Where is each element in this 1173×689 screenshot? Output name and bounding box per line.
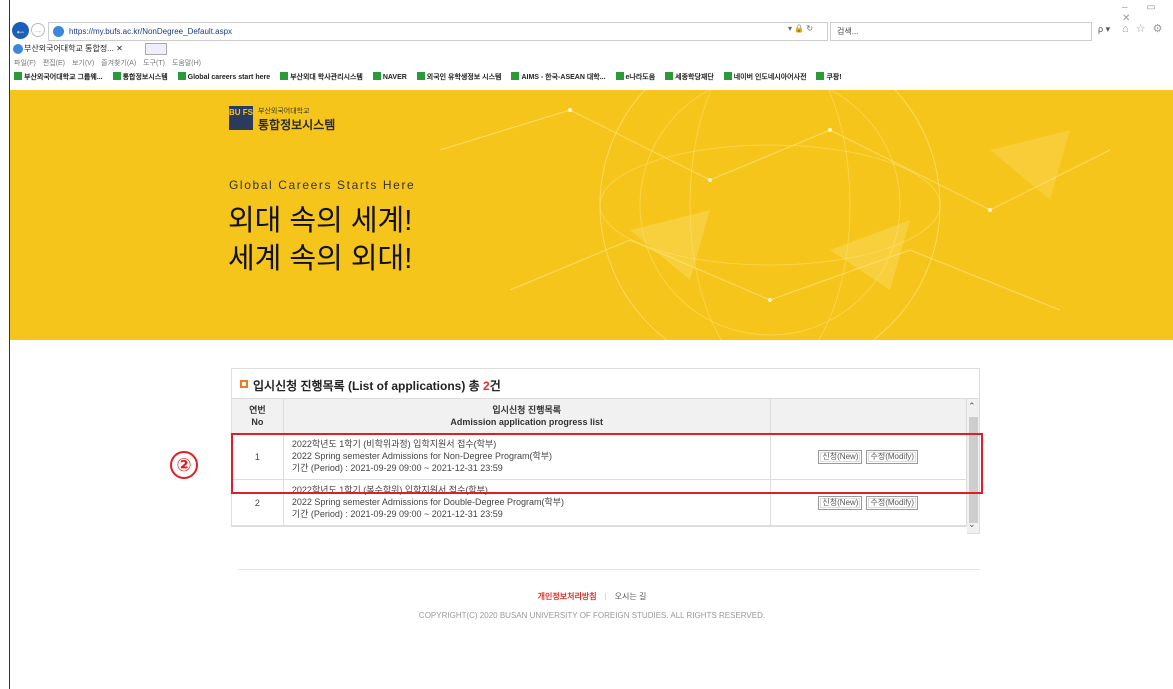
list-scrollbar[interactable]: ⌃ ⌄ xyxy=(967,398,980,534)
favorite-item[interactable]: 부산외국어대학교 그룹웨... xyxy=(14,72,103,81)
column-header-actions xyxy=(771,399,966,433)
application-table: 연번 No 입시신청 진행목록 Admission application prog… xyxy=(231,398,967,527)
bufs-logo[interactable]: BU FS xyxy=(229,106,253,130)
favorite-item[interactable]: AIMS - 한국-ASEAN 대학... xyxy=(511,72,606,81)
favorite-item[interactable]: NAVER xyxy=(372,72,407,81)
row-title: 2022학년도 1학기 (복수학위) 입학지원서 접수(학부) 2022 Spr… xyxy=(284,480,771,525)
address-tools[interactable]: ▾ 🔒 ↻ xyxy=(788,24,813,33)
headline-line-2: 세계 속의 외대! xyxy=(228,243,413,275)
favorite-item[interactable]: e나라도움 xyxy=(615,72,655,81)
table-row: 1 2022학년도 1학기 (비학위과정) 입학지원서 접수(학부) 2022 … xyxy=(232,434,966,480)
row-actions: 신청(New) 수정(Modify) xyxy=(771,434,966,479)
column-header-no: 연번 No xyxy=(232,399,284,433)
favorite-item[interactable]: 세종학당재단 xyxy=(665,72,714,81)
favorite-item[interactable]: 쿠팡! xyxy=(816,72,842,81)
row-title: 2022학년도 1학기 (비학위과정) 입학지원서 접수(학부) 2022 Sp… xyxy=(284,434,771,479)
window-controls[interactable]: – ▭ ✕ xyxy=(1122,2,1173,24)
hero-banner: BU FS 부산외국어대학교 통합정보시스템 Global Careers St… xyxy=(10,90,1173,340)
menu-item[interactable]: 도움말(H) xyxy=(172,60,201,67)
footer-links: 개인정보처리방침 | 오시는 길 xyxy=(10,591,1173,602)
logo-system-name[interactable]: 통합정보시스템 xyxy=(258,116,335,133)
favorite-item[interactable]: 부산외대 학사관리시스템 xyxy=(280,72,363,81)
footer-separator: | xyxy=(604,592,607,601)
ie-logo-icon xyxy=(13,44,23,54)
menu-item[interactable]: 즐겨찾기(A) xyxy=(101,60,136,67)
back-arrow-icon[interactable]: ← xyxy=(12,22,29,39)
application-list-panel: 입시신청 진행목록 (List of applications) 총 2건 연번… xyxy=(231,368,980,548)
browser-chrome: – ▭ ✕ ← → https://my.bufs.ac.kr/NonDegre… xyxy=(10,0,1173,90)
column-header-title: 입시신청 진행목록 Admission application progress … xyxy=(284,399,771,433)
browser-window: – ▭ ✕ ← → https://my.bufs.ac.kr/NonDegre… xyxy=(9,0,1173,689)
square-bullet-icon xyxy=(240,380,248,388)
row-number: 1 xyxy=(232,434,284,479)
application-count: 2 xyxy=(483,379,490,393)
scrollbar-thumb[interactable] xyxy=(969,417,978,523)
row-actions: 신청(New) 수정(Modify) xyxy=(771,480,966,525)
forward-arrow-icon[interactable]: → xyxy=(31,23,45,37)
chevron-up-icon[interactable]: ⌃ xyxy=(968,401,976,412)
panel-header: 입시신청 진행목록 (List of applications) 총 2건 xyxy=(231,368,980,398)
table-row: 2 2022학년도 1학기 (복수학위) 입학지원서 접수(학부) 2022 S… xyxy=(232,480,966,526)
browser-search-input[interactable]: 검색... xyxy=(830,22,1092,41)
favorites-bar: 부산외국어대학교 그룹웨... 통합정보시스템 Global careers s… xyxy=(14,72,1164,82)
globe-network-graphic xyxy=(439,90,1111,340)
tab-title: 부산외국어대학교 통합정... ✕ xyxy=(24,44,123,53)
privacy-policy-link[interactable]: 개인정보처리방침 xyxy=(538,592,597,601)
headline-line-1: 외대 속의 세계! xyxy=(228,205,413,237)
chevron-down-icon[interactable]: ⌄ xyxy=(968,519,976,530)
footer-divider xyxy=(238,569,980,570)
menu-bar: 파일(F) 편집(E) 보기(V) 즐겨찾기(A) 도구(T) 도움말(H) xyxy=(14,58,206,68)
menu-item[interactable]: 보기(V) xyxy=(72,60,94,67)
row-number: 2 xyxy=(232,480,284,525)
favorite-item[interactable]: Global careers start here xyxy=(177,72,270,81)
new-application-button[interactable]: 신청(New) xyxy=(818,495,863,510)
ie-logo-icon xyxy=(53,26,64,37)
address-url: https://my.bufs.ac.kr/NonDegree_Default.… xyxy=(69,27,233,36)
new-application-button[interactable]: 신청(New) xyxy=(818,449,863,464)
modify-application-button[interactable]: 수정(Modify) xyxy=(866,449,919,464)
favorite-item[interactable]: 통합정보시스템 xyxy=(112,72,168,81)
callout-number: ② xyxy=(170,451,198,479)
logo-university-name: 부산외국어대학교 xyxy=(258,108,310,115)
banner-headline: 외대 속의 세계! 세계 속의 외대! xyxy=(228,202,412,278)
new-tab-button[interactable] xyxy=(145,43,167,55)
menu-item[interactable]: 편집(E) xyxy=(43,60,65,67)
favorite-item[interactable]: 네이버 인도네시아어사전 xyxy=(723,72,807,81)
panel-title: 입시신청 진행목록 (List of applications) 총 2건 xyxy=(253,379,501,393)
toolbar-icons[interactable]: ⌂ ☆ ⚙ xyxy=(1122,22,1164,35)
banner-tagline: Global Careers Starts Here xyxy=(229,178,416,192)
favorite-item[interactable]: 외국인 유학생정보 시스템 xyxy=(416,72,502,81)
copyright-text: COPYRIGHT(C) 2020 BUSAN UNIVERSITY OF FO… xyxy=(418,611,766,620)
address-bar[interactable]: https://my.bufs.ac.kr/NonDegree_Default.… xyxy=(48,22,828,41)
menu-item[interactable]: 파일(F) xyxy=(14,60,36,67)
menu-item[interactable]: 도구(T) xyxy=(143,60,165,67)
table-header: 연번 No 입시신청 진행목록 Admission application prog… xyxy=(232,399,966,434)
modify-application-button[interactable]: 수정(Modify) xyxy=(866,495,919,510)
directions-link[interactable]: 오시는 길 xyxy=(615,592,647,601)
search-icon[interactable]: ρ ▾ xyxy=(1098,24,1110,35)
